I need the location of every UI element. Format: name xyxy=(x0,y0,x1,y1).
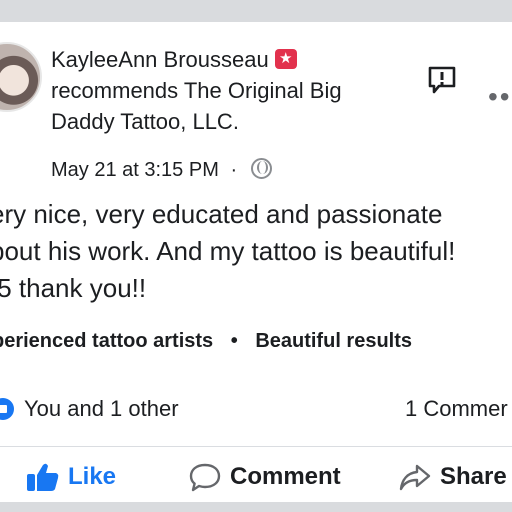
tag-separator: • xyxy=(230,330,238,352)
comment-label: Comment xyxy=(230,463,341,490)
tag-beautiful: Beautiful results xyxy=(255,330,413,352)
reactions-summary[interactable]: You and 1 other xyxy=(0,396,179,422)
recommendation-tags: perienced tattoo artists • Beautiful res… xyxy=(0,330,412,353)
body-line-1: ery nice, very educated and passionate xyxy=(0,199,443,229)
post-header: KayleeAnn Brousseau ★ recommends The Orig… xyxy=(51,44,381,137)
like-button[interactable]: Like xyxy=(26,462,116,492)
report-icon[interactable] xyxy=(426,64,458,96)
thumbs-up-icon xyxy=(27,463,59,491)
globe-icon xyxy=(250,158,272,179)
post-body: ery nice, very educated and passionate b… xyxy=(0,196,512,307)
timestamp[interactable]: May 21 at 3:15 PM xyxy=(51,159,219,181)
comment-icon xyxy=(189,463,221,492)
share-icon xyxy=(399,464,431,491)
tag-experienced: perienced tattoo artists xyxy=(0,330,214,352)
recommendation-line-1: recommends The Original Big xyxy=(51,78,342,103)
more-icon[interactable]: ••• xyxy=(488,83,512,111)
comment-button[interactable]: Comment xyxy=(188,462,341,492)
body-line-3: /5 thank you!! xyxy=(0,273,147,303)
like-label: Like xyxy=(68,463,117,490)
top-background-strip xyxy=(0,0,512,22)
share-button[interactable]: Share xyxy=(398,462,507,492)
share-label: Share xyxy=(440,463,507,490)
star-badge-icon: ★ xyxy=(274,49,297,69)
like-reaction-icon xyxy=(0,398,14,420)
avatar[interactable] xyxy=(0,42,42,112)
recommendation-line-2[interactable]: Daddy Tattoo, LLC. xyxy=(51,109,239,134)
bottom-background-strip xyxy=(0,502,512,512)
body-line-2: bout his work. And my tattoo is beautifu… xyxy=(0,236,456,266)
post-card: KayleeAnn Brousseau ★ recommends The Orig… xyxy=(0,22,512,502)
comments-count[interactable]: 1 Commer xyxy=(405,396,508,422)
author-name[interactable]: KayleeAnn Brousseau xyxy=(51,47,269,72)
action-divider xyxy=(0,446,512,447)
reactions-text: You and 1 other xyxy=(24,396,179,421)
meta-separator: · xyxy=(230,159,238,181)
post-meta: May 21 at 3:15 PM · xyxy=(51,158,272,182)
